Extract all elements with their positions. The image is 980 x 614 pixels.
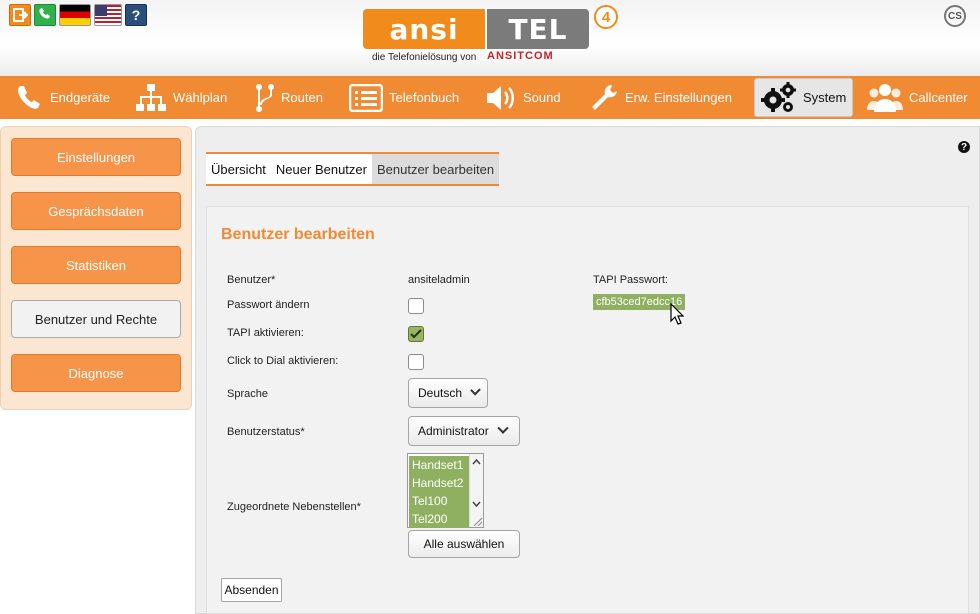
language-select[interactable]: Deutsch [408, 378, 488, 408]
logout-icon[interactable] [9, 4, 31, 26]
scroll-down-icon [472, 501, 481, 508]
nav-item-endgeraete[interactable]: Endgeräte [14, 76, 110, 119]
users-icon [867, 83, 903, 112]
tapi-password-label: TAPI Passwort: [593, 274, 668, 286]
logo-right-text: TEL [485, 9, 589, 49]
logo-version-badge: 4 [594, 5, 618, 29]
nav-item-routen[interactable]: Routen [255, 76, 323, 119]
list-item[interactable]: Tel200 [409, 510, 469, 528]
chevron-down-icon [470, 384, 481, 396]
nav-item-label: Wählplan [173, 90, 228, 105]
top-icon-bar: ? [9, 4, 147, 26]
list-item[interactable]: Handset1 [409, 456, 469, 474]
logo-left-text: ansi [363, 9, 485, 49]
tagline: die Telefonielösung von [372, 52, 477, 63]
tab-benutzer-bearbeiten[interactable]: Benutzer bearbeiten [371, 154, 500, 184]
flag-usa-icon[interactable] [94, 4, 122, 26]
sidebar-item-benutzer-und-rechte[interactable]: Benutzer und Rechte [11, 300, 181, 338]
nav-item-label: Sound [523, 90, 561, 105]
checkmark-icon [410, 329, 422, 339]
main-navigation: Endgeräte Wählplan Routen Telefonbuch So… [0, 76, 980, 119]
help-icon[interactable]: ? [958, 141, 970, 153]
nav-item-label: Erw. Einstellungen [625, 90, 732, 105]
ansitel-logo: ansi TEL [363, 9, 589, 49]
list-item[interactable]: Handset2 [409, 474, 469, 492]
password-change-label: Passwort ändern [227, 299, 310, 311]
page-title: Benutzer bearbeiten [221, 226, 375, 243]
click-to-dial-checkbox[interactable] [408, 354, 424, 370]
tab-neuer-benutzer[interactable]: Neuer Benutzer [270, 154, 372, 184]
nav-item-label: Endgeräte [50, 90, 110, 105]
status-select[interactable]: Administrator [408, 416, 520, 446]
mouse-cursor-icon [670, 303, 684, 325]
submit-button[interactable]: Absenden [221, 578, 282, 602]
user-value: ansiteladmin [408, 274, 470, 286]
language-label: Sprache [227, 388, 268, 400]
status-select-value: Administrator [418, 424, 489, 438]
sidebar-item-diagnose[interactable]: Diagnose [11, 354, 181, 392]
nav-item-sound[interactable]: Sound [485, 76, 561, 119]
extensions-listbox[interactable]: Handset1 Handset2 Tel100 Tel200 [407, 453, 484, 528]
sitemap-icon [136, 83, 166, 111]
user-label: Benutzer* [227, 274, 276, 286]
sidebar-item-gespraechsdaten[interactable]: Gesprächsdaten [11, 192, 181, 230]
nav-item-label: Callcenter [909, 90, 968, 105]
form-panel [206, 206, 969, 614]
flag-germany-icon[interactable] [59, 4, 91, 26]
language-select-value: Deutsch [418, 386, 463, 400]
resize-grip-icon [473, 517, 483, 526]
help-icon[interactable]: ? [125, 4, 147, 26]
nav-item-label: Routen [281, 90, 323, 105]
nav-item-label: Telefonbuch [389, 90, 460, 105]
nav-item-telefonbuch[interactable]: Telefonbuch [349, 76, 459, 119]
cs-icon[interactable]: CS [944, 5, 966, 27]
select-all-button[interactable]: Alle auswählen [408, 530, 520, 558]
sidebar-item-statistiken[interactable]: Statistiken [11, 246, 181, 284]
scroll-up-icon [472, 458, 481, 465]
list-item[interactable]: Tel100 [409, 492, 469, 510]
gears-icon [761, 81, 796, 112]
tapi-label: TAPI aktivieren: [227, 327, 304, 339]
extensions-label: Zugeordnete Nebenstellen* [227, 501, 361, 513]
password-change-checkbox[interactable] [408, 298, 424, 314]
tapi-checkbox[interactable] [408, 326, 424, 342]
nav-item-system[interactable]: System [754, 78, 854, 117]
tab-uebersicht[interactable]: Übersicht [206, 154, 271, 184]
phonebook-icon [349, 83, 383, 112]
listbox-scrollbar[interactable] [469, 454, 483, 527]
nav-item-erw-einstellungen[interactable]: Erw. Einstellungen [589, 76, 732, 119]
phone-icon [18, 85, 40, 109]
nav-item-waehlplan[interactable]: Wählplan [135, 76, 227, 119]
wrench-icon [592, 84, 617, 110]
click-to-dial-label: Click to Dial aktivieren: [227, 355, 339, 367]
nav-item-callcenter[interactable]: Callcenter [867, 76, 968, 119]
status-label: Benutzerstatus* [227, 426, 305, 438]
tab-bar: Übersicht Neuer Benutzer Benutzer bearbe… [206, 152, 500, 186]
chevron-down-icon [497, 422, 509, 434]
speaker-icon [487, 85, 514, 110]
sidebar-item-einstellungen[interactable]: Einstellungen [11, 138, 181, 176]
nav-item-label: System [803, 90, 847, 105]
phone-status-icon[interactable] [34, 4, 56, 26]
tagline-brand-logo: ANSITCOM [487, 50, 554, 62]
route-icon [256, 83, 274, 112]
header: ? ansi TEL 4 die Telefonielösung von ANS… [0, 0, 980, 76]
